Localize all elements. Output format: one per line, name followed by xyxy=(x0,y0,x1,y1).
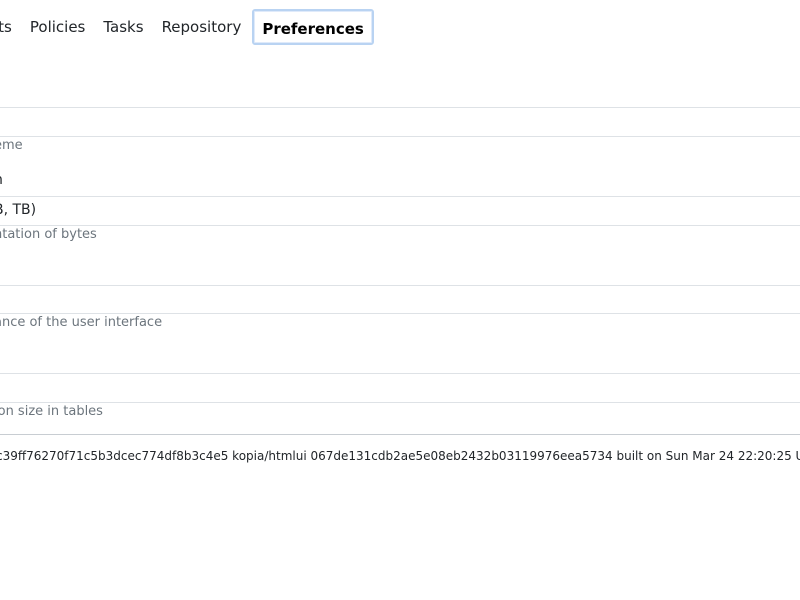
divider xyxy=(0,285,800,286)
pagination-help-text: ion size in tables xyxy=(0,404,103,419)
tab-snapshots[interactable]: ots xyxy=(0,9,21,45)
footer-divider xyxy=(0,434,800,435)
divider xyxy=(0,107,800,108)
tab-preferences[interactable]: Preferences xyxy=(252,9,374,45)
theme-select-value[interactable]: n xyxy=(0,172,3,188)
bytes-select-value[interactable]: B, TB) xyxy=(0,202,36,218)
divider xyxy=(0,196,800,197)
divider xyxy=(0,225,800,226)
tab-tasks[interactable]: Tasks xyxy=(94,9,152,45)
divider xyxy=(0,136,800,137)
divider xyxy=(0,402,800,403)
divider xyxy=(0,313,800,314)
preferences-page: ots Policies Tasks Repository Preference… xyxy=(0,0,800,600)
theme-help-text: eme xyxy=(0,138,23,153)
version-footer: c39ff76270f71c5b3dcec774df8b3c4e5 kopia/… xyxy=(0,449,800,463)
bytes-help-text: ntation of bytes xyxy=(0,227,97,242)
ui-help-text: ance of the user interface xyxy=(0,315,163,330)
main-tabs: ots Policies Tasks Repository Preference… xyxy=(0,8,374,46)
tab-repository[interactable]: Repository xyxy=(153,9,251,45)
tab-policies[interactable]: Policies xyxy=(21,9,94,45)
divider xyxy=(0,373,800,374)
